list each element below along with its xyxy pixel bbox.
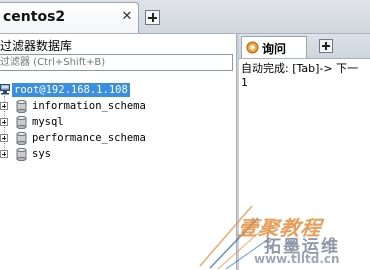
connection-tab-title: centos2 xyxy=(3,9,66,25)
expand-icon[interactable] xyxy=(0,150,8,158)
database-label[interactable]: mysql xyxy=(32,116,64,128)
connection-tab-bar: centos2 ✕ xyxy=(0,0,370,34)
tree-row-server[interactable]: root@192.168.1.108 xyxy=(0,82,236,98)
database-icon xyxy=(16,132,27,145)
filter-title: 过滤器数据库 xyxy=(0,39,73,53)
new-connection-tab-button[interactable] xyxy=(145,10,160,25)
expand-icon[interactable] xyxy=(0,118,8,126)
line-number: 1 xyxy=(241,76,248,89)
expand-icon[interactable] xyxy=(0,134,8,142)
query-tab-label: 询问 xyxy=(262,42,287,56)
close-icon[interactable]: ✕ xyxy=(120,10,134,24)
watermark-logo: 壹聚教程 拓墨运维 www.tlltd.cn xyxy=(194,178,370,270)
database-label[interactable]: sys xyxy=(32,148,51,160)
new-query-tab-button[interactable] xyxy=(319,39,333,53)
connection-tab[interactable]: centos2 ✕ xyxy=(0,2,139,33)
query-tab[interactable]: 询问 xyxy=(241,36,307,58)
query-icon xyxy=(246,41,259,54)
database-icon xyxy=(16,100,27,113)
tree-row-database[interactable]: information_schema xyxy=(0,99,236,115)
tree-row-database[interactable]: sys xyxy=(0,147,236,163)
filter-input[interactable] xyxy=(0,54,233,71)
database-label[interactable]: performance_schema xyxy=(32,132,146,144)
watermark-url: www.tlltd.cn xyxy=(254,252,340,266)
expand-icon[interactable] xyxy=(0,102,8,110)
tree-row-database[interactable]: mysql xyxy=(0,115,236,131)
query-tab-bar: 询问 xyxy=(239,34,370,59)
database-icon xyxy=(16,116,27,129)
sqlyog-window: centos2 ✕ 过滤器数据库 root@192.168.1.108 xyxy=(0,0,370,270)
database-icon xyxy=(16,148,27,161)
database-label[interactable]: information_schema xyxy=(32,100,146,112)
autocomplete-hint: 自动完成: [Tab]-> 下一 xyxy=(241,62,359,75)
tree-row-database[interactable]: performance_schema xyxy=(0,131,236,147)
server-icon xyxy=(0,84,10,95)
server-node-label[interactable]: root@192.168.1.108 xyxy=(12,83,130,97)
